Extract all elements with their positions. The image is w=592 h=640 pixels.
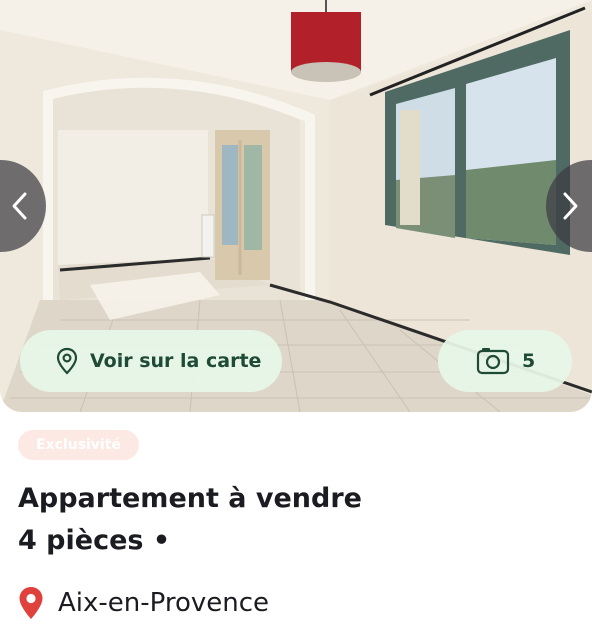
exclusivity-badge: Exclusivité xyxy=(18,430,139,460)
view-on-map-button[interactable]: Voir sur la carte xyxy=(20,330,282,392)
location-city: Aix-en-Provence xyxy=(58,588,270,618)
chevron-left-icon xyxy=(12,192,27,220)
photo-count-button[interactable]: 5 xyxy=(438,330,572,392)
location-pin-icon xyxy=(19,587,43,619)
listing-title[interactable]: Appartement à vendre 4 pièces • xyxy=(18,478,578,562)
view-on-map-label: Voir sur la carte xyxy=(90,350,262,372)
listing-title-line2: 4 pièces • xyxy=(18,525,171,556)
listing-photo[interactable]: Voir sur la carte 5 xyxy=(0,0,592,412)
listing-title-line1: Appartement à vendre xyxy=(18,483,362,514)
camera-icon xyxy=(476,348,510,375)
listing-location: Aix-en-Provence xyxy=(18,586,269,620)
map-pin-outline-icon xyxy=(56,347,78,375)
chevron-right-icon xyxy=(563,192,578,220)
photo-count: 5 xyxy=(522,350,536,372)
